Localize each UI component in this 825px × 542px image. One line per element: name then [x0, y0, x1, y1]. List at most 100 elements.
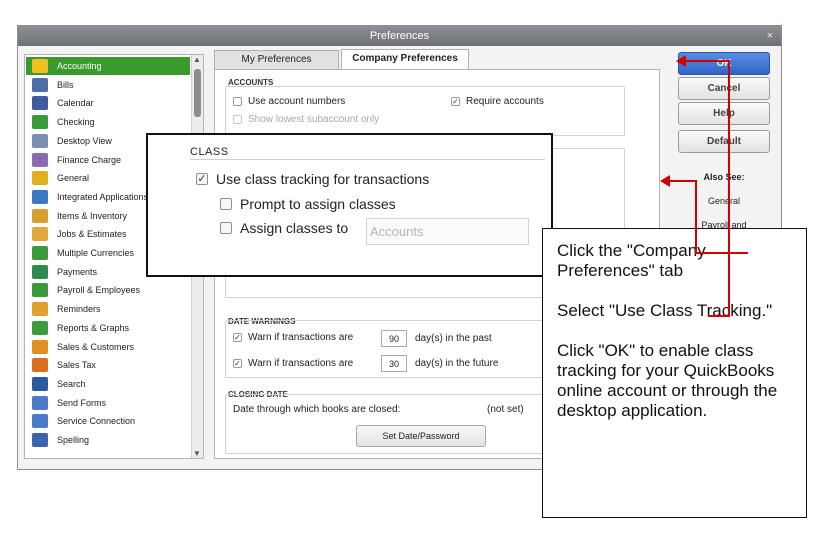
jobs-icon — [32, 227, 48, 242]
warn-past-checkbox[interactable]: ✓ — [233, 333, 242, 342]
window-titlebar: Preferences × — [18, 26, 781, 46]
instruction-box: Click the "Company Preferences" tab Sele… — [542, 228, 807, 518]
sidebar-item-label: Payments — [57, 266, 98, 277]
ok-button[interactable]: OK — [678, 52, 770, 75]
close-icon[interactable]: × — [767, 26, 773, 46]
clock-icon — [32, 302, 48, 317]
instruction-step-2: Select "Use Class Tracking." — [557, 301, 773, 320]
tab-my-preferences-label: My Preferences — [241, 54, 312, 65]
show-lowest-subaccount-option: Show lowest subaccount only — [233, 114, 379, 125]
assign-classes-to-option[interactable]: Assign classes to — [220, 220, 348, 236]
closing-date-value: (not set) — [487, 404, 524, 415]
magnifier-icon — [32, 376, 48, 391]
use-account-numbers-checkbox[interactable] — [233, 97, 242, 106]
class-preferences-callout: CLASS ✓ Use class tracking for transacti… — [146, 133, 553, 277]
use-account-numbers-option[interactable]: Use account numbers — [233, 96, 345, 107]
sidebar-item[interactable]: Checking — [26, 113, 190, 131]
sidebar-item[interactable]: Calendar — [26, 94, 190, 112]
bill-icon — [32, 77, 48, 92]
payroll-icon — [32, 283, 48, 298]
integrated-apps-icon — [32, 189, 48, 204]
use-class-tracking-option[interactable]: ✓ Use class tracking for transactions — [196, 171, 429, 187]
use-class-tracking-checkbox[interactable]: ✓ — [196, 173, 208, 185]
sidebar-item[interactable]: Service Connection — [26, 412, 190, 430]
show-lowest-subaccount-checkbox — [233, 115, 242, 124]
boxes-icon — [32, 208, 48, 223]
sidebar-item-label: Reports & Graphs — [57, 322, 130, 333]
help-button[interactable]: Help — [678, 102, 770, 125]
sidebar-item-label: Items & Inventory — [57, 210, 128, 221]
percent-icon — [32, 152, 48, 167]
sidebar-item[interactable]: Spelling — [26, 431, 190, 449]
instruction-step-1: Click the "Company Preferences" tab — [557, 241, 706, 280]
sidebar-item[interactable]: Send Forms — [26, 394, 190, 412]
sidebar-item-label: General — [57, 173, 90, 184]
arrow-line-vertical-lower — [695, 180, 697, 253]
sidebar-item-label: Payroll & Employees — [57, 285, 141, 296]
prompt-assign-classes-label: Prompt to assign classes — [240, 196, 396, 212]
require-accounts-checkbox[interactable]: ✓ — [451, 97, 460, 106]
arrow-head-class-icon — [660, 175, 670, 187]
sidebar-item-label: Desktop View — [57, 135, 112, 146]
class-section-title: CLASS — [190, 146, 229, 158]
currency-icon — [32, 246, 48, 260]
warn-future-option[interactable]: ✓ Warn if transactions are — [233, 358, 353, 369]
arrow-line-step2 — [708, 315, 730, 317]
general-icon — [32, 171, 48, 186]
sidebar-item-label: Sales Tax — [57, 360, 96, 371]
assign-classes-to-checkbox[interactable] — [220, 222, 232, 234]
cancel-button[interactable]: Cancel — [678, 77, 770, 100]
calendar-icon — [32, 96, 48, 111]
also-see-general-link[interactable]: General — [678, 196, 770, 206]
sidebar-item-label: Accounting — [57, 61, 102, 71]
sidebar-item-label: Reminders — [57, 304, 101, 315]
graph-icon — [32, 320, 48, 335]
sidebar-item-label: Send Forms — [57, 397, 107, 408]
arrow-head-ok-icon — [676, 55, 686, 67]
sales-tax-icon — [32, 358, 48, 373]
sidebar-item[interactable]: Search — [26, 375, 190, 393]
payments-icon — [32, 264, 48, 279]
sidebar-item[interactable]: Bills — [26, 76, 190, 94]
sidebar-item-label: Integrated Applications — [57, 191, 149, 202]
sidebar-item-label: Service Connection — [57, 416, 136, 427]
warn-past-option[interactable]: ✓ Warn if transactions are — [233, 332, 353, 343]
assign-classes-dropdown: Accounts — [366, 218, 529, 245]
sidebar-item[interactable]: Sales Tax — [26, 356, 190, 374]
accounts-group — [225, 86, 625, 136]
send-forms-icon — [32, 395, 48, 410]
sidebar-item-label: Search — [57, 378, 86, 389]
closing-date-label: Date through which books are closed: — [233, 404, 401, 415]
instruction-step-3: Click "OK" to enable class tracking for … — [557, 341, 778, 420]
desktop-icon — [32, 133, 48, 148]
tab-my-preferences[interactable]: My Preferences — [214, 50, 339, 69]
default-button[interactable]: Default — [678, 130, 770, 153]
tab-company-preferences[interactable]: Company Preferences — [341, 49, 469, 69]
set-date-password-button[interactable]: Set Date/Password — [356, 425, 486, 447]
warn-past-days-input[interactable]: 90 — [381, 330, 407, 347]
use-class-tracking-label: Use class tracking for transactions — [216, 171, 430, 187]
require-accounts-option[interactable]: ✓ Require accounts — [451, 96, 544, 107]
prompt-assign-classes-checkbox[interactable] — [220, 198, 232, 210]
arrow-line-vertical-upper — [728, 60, 730, 317]
sidebar-item[interactable]: Payroll & Employees — [26, 281, 190, 299]
sidebar-item[interactable]: Reminders — [26, 300, 190, 318]
sidebar-item[interactable]: Accounting — [26, 57, 190, 75]
arrow-line-class — [669, 180, 697, 182]
arrow-line-step1 — [712, 252, 748, 254]
warn-past-label: Warn if transactions are — [248, 332, 354, 343]
warn-future-suffix: day(s) in the future — [415, 358, 499, 369]
assign-classes-to-label: Assign classes to — [240, 220, 349, 236]
class-divider — [190, 159, 545, 160]
sidebar-item[interactable]: Sales & Customers — [26, 338, 190, 356]
prompt-assign-classes-option[interactable]: Prompt to assign classes — [220, 196, 396, 212]
sidebar-item-label: Spelling — [57, 435, 90, 445]
sidebar-item-label: Jobs & Estimates — [57, 229, 127, 240]
tab-company-preferences-label: Company Preferences — [352, 53, 458, 64]
window-title: Preferences — [369, 30, 430, 42]
arrow-line-step1-join — [695, 252, 715, 254]
sidebar-item[interactable]: Reports & Graphs — [26, 319, 190, 337]
warn-future-label: Warn if transactions are — [248, 358, 354, 369]
warn-future-days-input[interactable]: 30 — [381, 355, 407, 372]
warn-future-checkbox[interactable]: ✓ — [233, 359, 242, 368]
